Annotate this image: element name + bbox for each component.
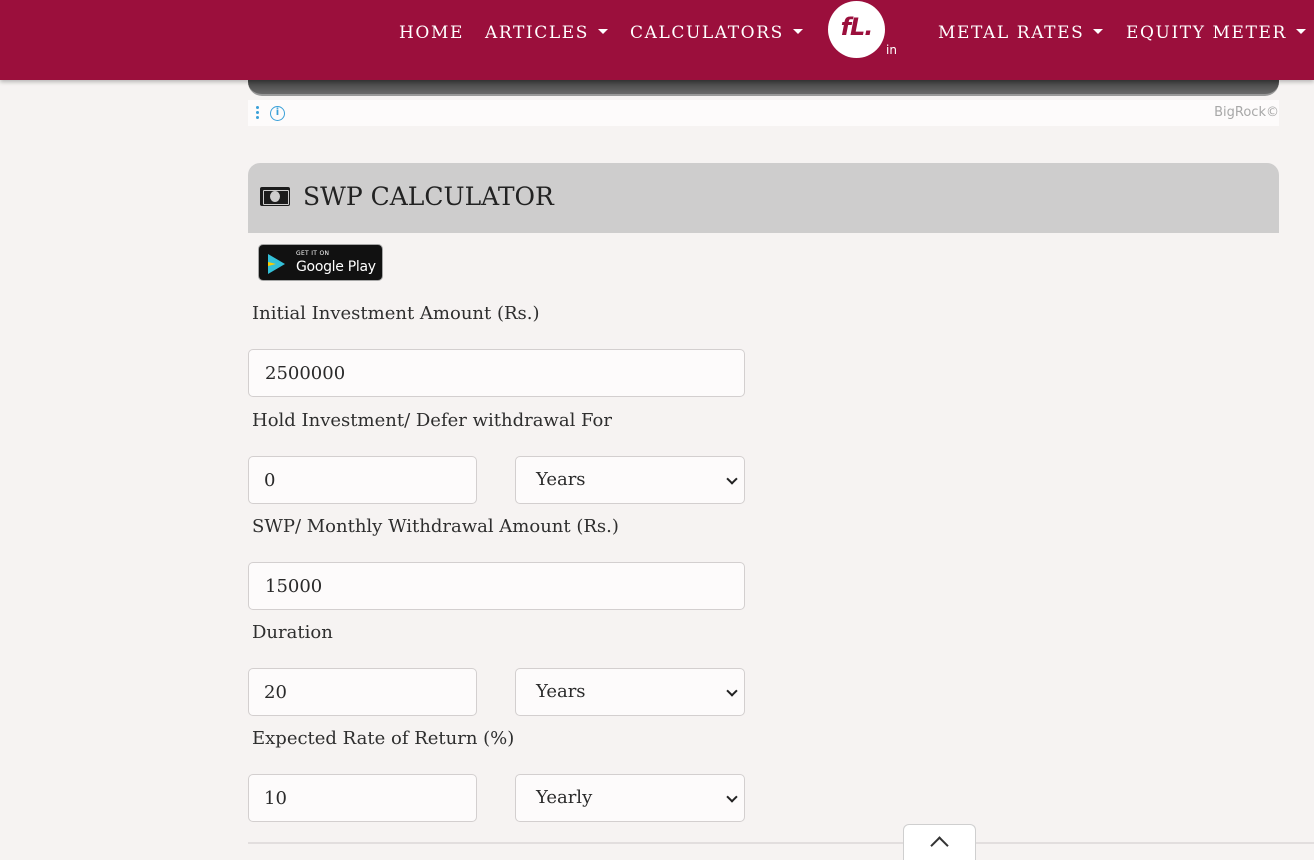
page-title: SWP CALCULATOR bbox=[303, 182, 554, 211]
nav-equity-meter[interactable]: EQUITY METER bbox=[1126, 21, 1306, 45]
hold-investment-input[interactable] bbox=[248, 456, 477, 504]
monthly-withdrawal-label: SWP/ Monthly Withdrawal Amount (Rs.) bbox=[252, 516, 619, 537]
monthly-withdrawal-input[interactable] bbox=[248, 562, 745, 610]
google-play-text: Google Play bbox=[296, 259, 376, 275]
caret-down-icon bbox=[597, 29, 608, 34]
chevron-up-icon bbox=[930, 836, 949, 855]
nav-articles-label: ARTICLES bbox=[485, 23, 589, 43]
chevron-down-icon bbox=[726, 791, 738, 803]
rate-of-return-unit-value: Yearly bbox=[536, 787, 593, 808]
duration-unit-value: Years bbox=[536, 681, 586, 702]
duration-unit-select[interactable]: Years bbox=[515, 668, 745, 716]
duration-label: Duration bbox=[252, 622, 333, 643]
calculator-header: SWP CALCULATOR bbox=[248, 163, 1279, 233]
duration-input[interactable] bbox=[248, 668, 477, 716]
nav-equity-meter-label: EQUITY METER bbox=[1126, 23, 1287, 43]
logo-text: fL. bbox=[840, 13, 874, 41]
initial-investment-label: Initial Investment Amount (Rs.) bbox=[252, 303, 540, 324]
scroll-to-top-button[interactable] bbox=[903, 824, 976, 860]
ad-bar: i BigRock© bbox=[248, 100, 1279, 126]
site-logo[interactable]: fL. bbox=[828, 1, 885, 58]
logo-suffix: in bbox=[886, 43, 897, 57]
caret-down-icon bbox=[792, 29, 803, 34]
ad-brand: BigRock© bbox=[1214, 105, 1279, 120]
initial-investment-input[interactable] bbox=[248, 349, 745, 397]
money-bill-icon bbox=[260, 187, 290, 206]
ad-options-icon[interactable] bbox=[256, 106, 260, 120]
caret-down-icon bbox=[1295, 29, 1306, 34]
rate-of-return-label: Expected Rate of Return (%) bbox=[252, 728, 515, 749]
chevron-down-icon bbox=[726, 473, 738, 485]
nav-metal-rates-label: METAL RATES bbox=[938, 23, 1085, 43]
nav-articles[interactable]: ARTICLES bbox=[485, 21, 608, 45]
hold-investment-unit-value: Years bbox=[536, 469, 586, 490]
nav-home[interactable]: HOME bbox=[399, 21, 464, 45]
nav-calculators[interactable]: CALCULATORS bbox=[630, 21, 803, 45]
hold-investment-label: Hold Investment/ Defer withdrawal For bbox=[252, 410, 612, 431]
nav-home-label: HOME bbox=[399, 23, 464, 43]
google-play-small-text: GET IT ON bbox=[296, 250, 330, 257]
caret-down-icon bbox=[1093, 29, 1104, 34]
nav-metal-rates[interactable]: METAL RATES bbox=[938, 21, 1104, 45]
hold-investment-unit-select[interactable]: Years bbox=[515, 456, 745, 504]
nav-calculators-label: CALCULATORS bbox=[630, 23, 784, 43]
google-play-badge[interactable]: GET IT ON Google Play bbox=[258, 244, 383, 281]
top-navbar: HOME ARTICLES CALCULATORS fL. in METAL R… bbox=[0, 0, 1314, 80]
rate-of-return-unit-select[interactable]: Yearly bbox=[515, 774, 745, 822]
google-play-icon bbox=[268, 254, 285, 274]
ad-info-icon[interactable]: i bbox=[270, 106, 285, 121]
chevron-down-icon bbox=[726, 685, 738, 697]
section-divider bbox=[248, 842, 1314, 844]
rate-of-return-input[interactable] bbox=[248, 774, 477, 822]
ad-banner[interactable] bbox=[248, 78, 1279, 96]
